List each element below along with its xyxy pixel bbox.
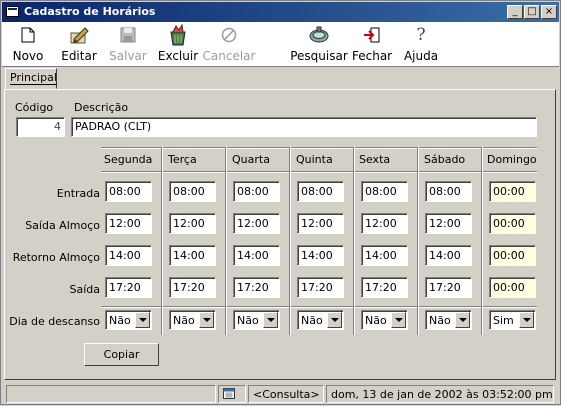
chevron-down-icon[interactable]: [391, 312, 406, 328]
descricao-field[interactable]: PADRAO (CLT): [71, 117, 537, 137]
status-mode: <Consulta>: [248, 385, 324, 403]
grid-bottom-line: [101, 306, 537, 308]
saida-almoco-domingo-field[interactable]: 00:00: [489, 213, 536, 234]
retorno-almoco-quinta-field[interactable]: 14:00: [297, 245, 344, 266]
main-window: Cadastro de Horários _ □ × Novo Editar S…: [0, 0, 561, 405]
day-header-segunda: Segunda: [104, 153, 153, 166]
retorno-almoco-domingo-field[interactable]: 00:00: [489, 245, 536, 266]
day-header-sabado: Sábado: [424, 153, 466, 166]
retorno-almoco-terca-field[interactable]: 14:00: [169, 245, 216, 266]
grid-divider: [161, 147, 163, 335]
saida-almoco-segunda-field[interactable]: 12:00: [105, 213, 152, 234]
saida-quinta-field[interactable]: 17:20: [297, 277, 344, 298]
day-header-quinta: Quinta: [296, 153, 333, 166]
grid-divider: [289, 147, 291, 335]
delete-trash-icon: [170, 24, 186, 46]
grid-divider: [225, 147, 227, 335]
saida-domingo-field[interactable]: 00:00: [489, 277, 536, 298]
descanso-sabado-select[interactable]: Não: [425, 310, 472, 330]
entrada-domingo-field[interactable]: 00:00: [489, 181, 536, 202]
entrada-terca-field[interactable]: 08:00: [169, 181, 216, 202]
grid-top-line: [101, 147, 537, 149]
saida-almoco-sabado-field[interactable]: 12:00: [425, 213, 472, 234]
chevron-down-icon[interactable]: [199, 312, 214, 328]
chevron-down-icon[interactable]: [263, 312, 278, 328]
saida-almoco-quinta-field[interactable]: 12:00: [297, 213, 344, 234]
copiar-button[interactable]: Copiar: [84, 343, 159, 366]
entrada-segunda-field[interactable]: 08:00: [105, 181, 152, 202]
entrada-sabado-field[interactable]: 08:00: [425, 181, 472, 202]
descanso-sexta-select[interactable]: Não: [361, 310, 408, 330]
chevron-down-icon[interactable]: [135, 312, 150, 328]
save-disk-icon: [120, 27, 136, 43]
descanso-domingo-select[interactable]: Sim: [489, 310, 536, 330]
retorno-almoco-segunda-field[interactable]: 14:00: [105, 245, 152, 266]
retorno-almoco-quarta-field[interactable]: 14:00: [233, 245, 280, 266]
row-label-saida-almoco: Saída Almoço: [25, 219, 100, 232]
cancel-icon: [221, 27, 237, 43]
grid-header-line: [101, 171, 537, 173]
descanso-terca-select[interactable]: Não: [169, 310, 216, 330]
status-panel-icon: [218, 385, 246, 403]
saida-sabado-field[interactable]: 17:20: [425, 277, 472, 298]
salvar-button[interactable]: Salvar: [108, 24, 148, 66]
grid-divider: [481, 147, 483, 335]
row-label-entrada: Entrada: [56, 187, 100, 200]
saida-quarta-field[interactable]: 17:20: [233, 277, 280, 298]
maximize-button[interactable]: □: [524, 5, 540, 19]
help-question-icon: ?: [416, 25, 426, 45]
pesquisar-button[interactable]: Pesquisar: [289, 24, 349, 66]
status-bar: <Consulta> dom, 13 de jan de 2002 às 03:…: [2, 384, 559, 404]
chevron-down-icon[interactable]: [519, 312, 534, 328]
descanso-quinta-select[interactable]: Não: [297, 310, 344, 330]
descanso-quarta-select[interactable]: Não: [233, 310, 280, 330]
grid-divider: [417, 147, 419, 335]
row-label-descanso: Dia de descanso: [9, 315, 100, 328]
row-label-saida: Saída: [69, 283, 100, 296]
saida-terca-field[interactable]: 17:20: [169, 277, 216, 298]
entrada-quinta-field[interactable]: 08:00: [297, 181, 344, 202]
cancelar-button[interactable]: Cancelar: [202, 24, 256, 66]
status-panel-empty: [6, 385, 216, 403]
day-header-quarta: Quarta: [232, 153, 270, 166]
descanso-segunda-select[interactable]: Não: [105, 310, 152, 330]
saida-almoco-sexta-field[interactable]: 12:00: [361, 213, 408, 234]
close-button[interactable]: ×: [541, 5, 557, 19]
saida-almoco-terca-field[interactable]: 12:00: [169, 213, 216, 234]
minimize-button[interactable]: _: [507, 5, 523, 19]
saida-almoco-quarta-field[interactable]: 12:00: [233, 213, 280, 234]
entrada-quarta-field[interactable]: 08:00: [233, 181, 280, 202]
calendar-icon: [223, 388, 235, 399]
chevron-down-icon[interactable]: [455, 312, 470, 328]
row-label-retorno-almoco: Retorno Almoço: [12, 251, 100, 264]
retorno-almoco-sabado-field[interactable]: 14:00: [425, 245, 472, 266]
grid-divider: [353, 147, 355, 335]
status-datetime: dom, 13 de jan de 2002 às 03:52:00 pm: [326, 385, 554, 403]
search-binoculars-icon: [309, 26, 329, 43]
entrada-sexta-field[interactable]: 08:00: [361, 181, 408, 202]
retorno-almoco-sexta-field[interactable]: 14:00: [361, 245, 408, 266]
chevron-down-icon[interactable]: [327, 312, 342, 328]
day-header-terca: Terça: [168, 153, 197, 166]
ajuda-button[interactable]: ? Ajuda: [403, 24, 439, 66]
exit-door-icon: [364, 27, 380, 43]
saida-sexta-field[interactable]: 17:20: [361, 277, 408, 298]
excluir-button[interactable]: Excluir: [157, 24, 199, 66]
fechar-button[interactable]: Fechar: [352, 24, 392, 66]
day-header-sexta: Sexta: [359, 153, 391, 166]
saida-segunda-field[interactable]: 17:20: [105, 277, 152, 298]
day-header-domingo: Domingo: [487, 153, 537, 166]
